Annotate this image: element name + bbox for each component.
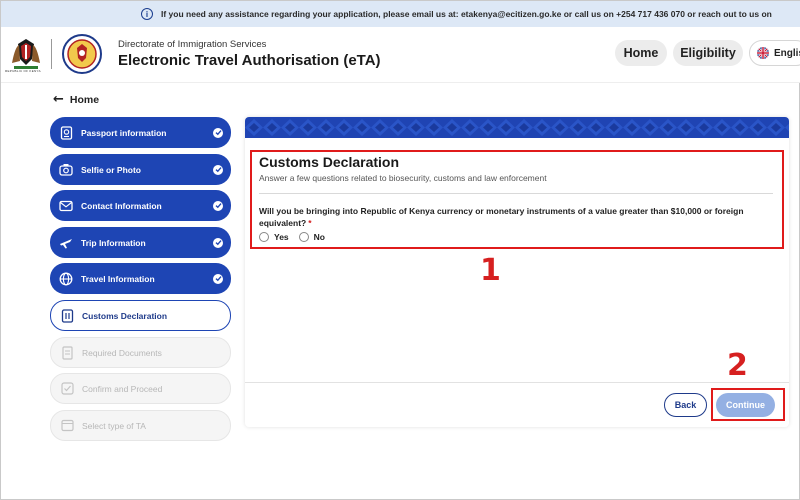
- check-icon: [213, 164, 223, 175]
- step-contact-information[interactable]: Contact Information: [50, 190, 231, 221]
- camera-icon: [59, 163, 73, 177]
- info-icon: i: [141, 8, 153, 20]
- nav-eligibility-button[interactable]: Eligibility: [673, 40, 743, 66]
- step-confirm-and-proceed[interactable]: Confirm and Proceed: [50, 373, 231, 404]
- immigration-seal-icon: [62, 34, 102, 74]
- currency-question: Will you be bringing into Republic of Ke…: [259, 205, 769, 229]
- header-divider: [51, 39, 52, 69]
- radio-option-no[interactable]: No: [298, 232, 325, 242]
- language-label: English: [774, 47, 800, 59]
- passport-icon: [59, 125, 73, 140]
- step-trip-information[interactable]: Trip Information: [50, 227, 231, 258]
- page-title: Electronic Travel Authorisation (eTA): [118, 52, 381, 69]
- plane-icon: [59, 236, 73, 250]
- required-asterisk: *: [308, 218, 312, 228]
- nav-home-button[interactable]: Home: [615, 40, 667, 66]
- site-header: REPUBLIC OF KENYA Directorate of Immigra…: [1, 27, 800, 83]
- currency-answer-group: Yes No: [259, 232, 335, 242]
- section-title: Customs Declaration: [259, 154, 400, 170]
- check-icon: [213, 127, 223, 138]
- assistance-text: If you need any assistance regarding you…: [161, 9, 772, 19]
- radio-yes-label: Yes: [274, 232, 289, 242]
- step-required-documents[interactable]: Required Documents: [50, 337, 231, 368]
- back-button[interactable]: Back: [664, 393, 707, 417]
- step-label: Customs Declaration: [82, 310, 168, 321]
- mail-icon: [59, 199, 73, 213]
- radio-option-yes[interactable]: Yes: [259, 232, 289, 242]
- arrow-left-icon: ←: [53, 92, 64, 107]
- annotation-number-1: 1: [480, 253, 501, 288]
- decorative-pattern-banner: [245, 117, 789, 138]
- assistance-info-bar: i If you need any assistance regarding y…: [1, 1, 800, 27]
- step-select-type-of-ta[interactable]: Select type of TA: [50, 410, 231, 441]
- documents-icon: [60, 345, 74, 360]
- coat-of-arms-icon: [12, 39, 40, 69]
- annotation-number-2: 2: [727, 348, 748, 383]
- check-icon: [213, 200, 223, 211]
- continue-button[interactable]: Continue: [716, 393, 775, 417]
- globe-icon: [59, 272, 73, 286]
- section-divider: [259, 193, 773, 194]
- step-selfie-or-photo[interactable]: Selfie or Photo: [50, 154, 231, 185]
- step-travel-information[interactable]: Travel Information: [50, 263, 231, 294]
- question-text: Will you be bringing into Republic of Ke…: [259, 206, 744, 228]
- radio-yes[interactable]: [259, 232, 269, 242]
- uk-flag-icon: [757, 47, 769, 59]
- step-label: Selfie or Photo: [81, 164, 141, 175]
- step-label: Confirm and Proceed: [82, 383, 163, 394]
- check-icon: [213, 273, 223, 284]
- step-label: Contact Information: [81, 200, 162, 211]
- step-label: Required Documents: [82, 347, 162, 358]
- back-home-link[interactable]: ← Home: [53, 92, 99, 107]
- radio-no-label: No: [313, 232, 325, 242]
- step-label: Passport information: [81, 127, 167, 138]
- customs-icon: [60, 308, 74, 323]
- step-customs-declaration[interactable]: Customs Declaration: [50, 300, 231, 331]
- back-home-label: Home: [69, 93, 100, 106]
- step-label: Trip Information: [81, 237, 146, 248]
- header-subtitle: Directorate of Immigration Services: [118, 39, 267, 50]
- ta-type-icon: [60, 419, 74, 433]
- step-label: Travel Information: [81, 273, 155, 284]
- check-icon: [213, 237, 223, 248]
- step-label: Select type of TA: [82, 420, 146, 431]
- step-passport-information[interactable]: Passport information: [50, 117, 231, 148]
- language-selector[interactable]: English: [749, 40, 800, 66]
- footer-divider: [245, 382, 789, 383]
- section-subtitle: Answer a few questions related to biosec…: [259, 173, 547, 183]
- confirm-icon: [60, 382, 74, 396]
- radio-no[interactable]: [298, 232, 309, 242]
- coat-caption: REPUBLIC OF KENYA: [5, 69, 41, 73]
